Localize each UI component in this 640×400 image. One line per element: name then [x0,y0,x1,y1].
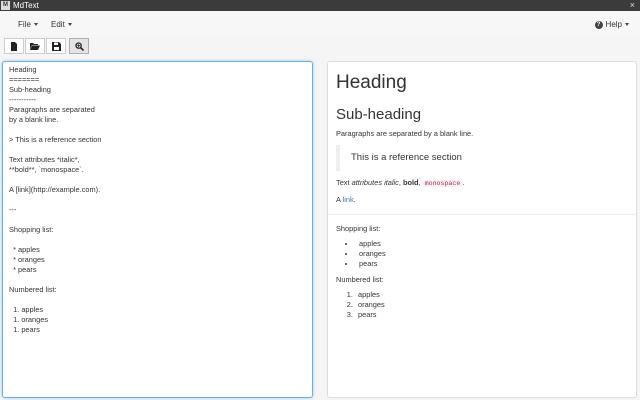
new-file-button[interactable] [4,38,24,54]
link-suffix: . [353,195,356,204]
horizontal-rule [328,214,636,215]
preview-paragraph: Paragraphs are separated by a blank line… [336,129,474,138]
title-bar: M MdText × [0,0,640,11]
preview-link-line: A link. [336,195,628,205]
list-item: apples [356,239,628,249]
example-link[interactable]: link [343,195,354,204]
preview-subheading: Sub-heading [336,106,422,123]
markdown-editor[interactable]: Heading ======= Sub-heading ----------- … [2,61,313,398]
markdown-preview: Heading Sub-heading Paragraphs are separ… [327,61,637,398]
bold-text: bold [402,178,419,187]
link-prefix: A [336,195,343,204]
close-window-button[interactable]: × [630,0,635,11]
list-item: pears [355,310,628,320]
save-file-button[interactable] [46,38,66,54]
numbered-list-label: Numbered list: [336,275,384,284]
list-item: oranges [355,300,628,310]
edit-menu[interactable]: Edit [51,20,72,29]
file-menu-label: File [18,20,31,29]
toolbar [4,38,89,54]
question-circle-icon: ? [594,20,603,29]
list-item: pears [356,259,628,269]
italic-text: attributes italic [351,178,399,187]
chevron-down-icon [625,23,629,26]
shopping-list: apples oranges pears [336,239,628,269]
edit-menu-label: Edit [51,20,65,29]
numbered-list: apples oranges pears [336,290,628,320]
preview-blockquote: This is a reference section [336,145,628,171]
new-file-icon [11,41,17,51]
app-logo-icon: M [1,1,10,10]
menu-bar: File Edit ? Help [0,11,640,35]
chevron-down-icon [67,23,72,26]
monospace-text: monospace [422,180,463,187]
text-attr-prefix: Text [336,178,352,187]
window-title: MdText [13,1,39,10]
open-folder-icon [30,43,40,50]
list-item: oranges [356,249,628,259]
toggle-preview-button[interactable] [69,38,89,54]
preview-heading: Heading [336,72,407,93]
preview-text-attributes: Text attributes italic, bold, monospace. [336,178,628,189]
shopping-list-label: Shopping list: [336,224,381,233]
list-item: apples [355,290,628,300]
chevron-down-icon [33,23,38,26]
file-menu[interactable]: File [18,20,38,29]
end-period: . [462,178,465,187]
help-menu-label: Help [605,20,622,29]
open-file-button[interactable] [25,38,45,54]
zoom-icon [74,41,84,51]
save-icon [51,41,61,51]
help-menu[interactable]: ? Help [594,20,629,29]
